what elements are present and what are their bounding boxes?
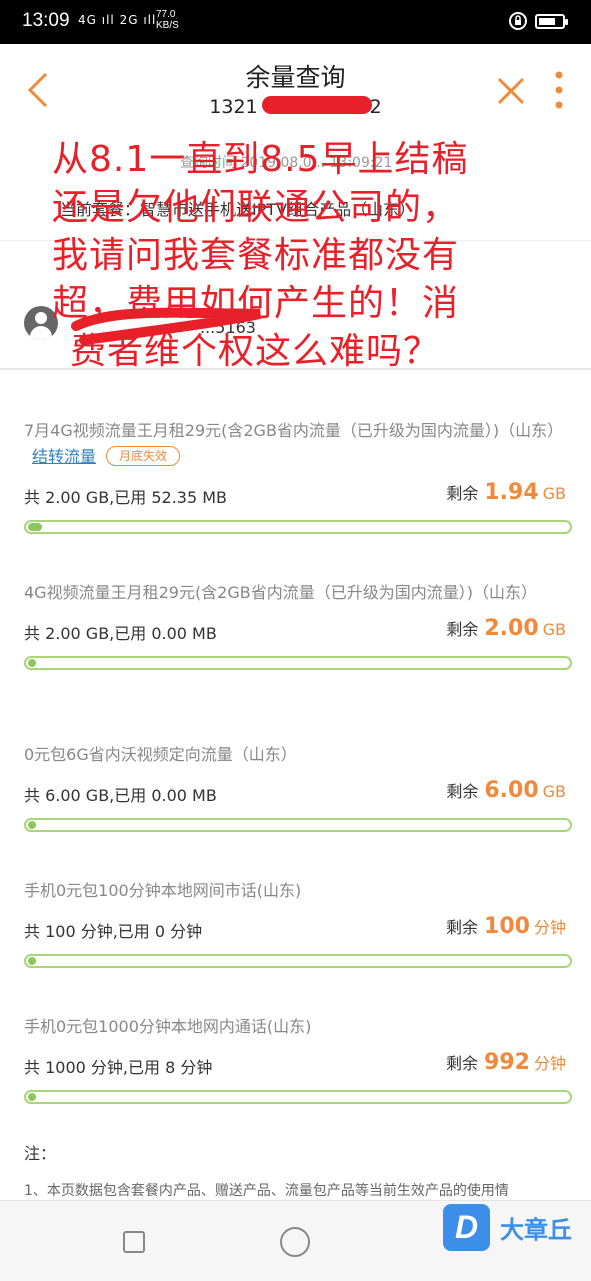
complaint-line: 我请问我套餐标准都没有 bbox=[52, 235, 460, 276]
usage-progress-bar bbox=[24, 818, 572, 832]
remaining-label: 剩余 bbox=[446, 484, 479, 503]
usage-progress-bar bbox=[24, 656, 572, 670]
watermark-logo: D bbox=[443, 1204, 490, 1251]
usage-item: 4G视频流量王月租29元(含2GB省内流量（已升级为国内流量）)（山东） 共 2… bbox=[24, 580, 572, 670]
recent-apps-button[interactable] bbox=[123, 1231, 145, 1253]
phone-number-start: 1321 bbox=[209, 96, 258, 118]
usage-item: 0元包6G省内沃视频定向流量（山东） 共 6.00 GB,已用 0.00 MB … bbox=[24, 742, 572, 832]
complaint-line: 费者维个权这么难吗？ bbox=[70, 331, 441, 372]
usage-total: 共 2.00 GB,已用 0.00 MB bbox=[24, 624, 217, 643]
usage-item: 手机0元包1000分钟本地网内通话(山东) 共 1000 分钟,已用 8 分钟 … bbox=[24, 1014, 572, 1104]
remaining-label: 剩余 bbox=[446, 782, 479, 801]
usage-progress-fill bbox=[28, 1093, 36, 1101]
usage-progress-fill bbox=[28, 957, 36, 965]
item-name: 7月4G视频流量王月租29元(含2GB省内流量（已升级为国内流量）)（山东） 结转… bbox=[24, 418, 572, 470]
network-speed-value: 77.0 bbox=[156, 9, 176, 20]
item-name: 0元包6G省内沃视频定向流量（山东） bbox=[24, 745, 297, 764]
item-title: 7月4G视频流量王月租29元(含2GB省内流量（已升级为国内流量）)（山东） bbox=[24, 421, 564, 440]
remaining: 剩余 100 分钟 bbox=[446, 914, 566, 939]
remaining-label: 剩余 bbox=[446, 1054, 479, 1073]
network-speed-unit: KB/S bbox=[156, 20, 179, 31]
battery-icon bbox=[535, 14, 568, 29]
remaining-label: 剩余 bbox=[446, 620, 479, 639]
remaining-unit: GB bbox=[542, 782, 566, 801]
usage-total: 共 1000 分钟,已用 8 分钟 bbox=[24, 1058, 213, 1077]
remaining-value: 100 bbox=[484, 914, 530, 939]
remaining: 剩余 992 分钟 bbox=[446, 1050, 566, 1075]
remaining-value: 992 bbox=[484, 1050, 530, 1075]
network-speed: 77.0 KB/S bbox=[156, 9, 179, 31]
note-title: 注： bbox=[24, 1144, 57, 1163]
complaint-line: 超，费用如何产生的！消 bbox=[52, 283, 460, 324]
carry-over-link[interactable]: 结转流量 bbox=[32, 447, 96, 466]
status-time: 13:09 bbox=[22, 10, 70, 31]
remaining-value: 1.94 bbox=[484, 480, 539, 505]
remaining-label: 剩余 bbox=[446, 918, 479, 937]
usage-progress-bar bbox=[24, 954, 572, 968]
usage-progress-fill bbox=[28, 821, 36, 829]
remaining-unit: GB bbox=[542, 620, 566, 639]
app-header: 余量查询 1321 2 bbox=[0, 44, 591, 137]
redaction-mark bbox=[262, 96, 372, 114]
usage-progress-bar bbox=[24, 1090, 572, 1104]
item-name: 手机0元包100分钟本地网间市话(山东) bbox=[24, 881, 302, 900]
usage-progress-fill bbox=[28, 523, 43, 531]
usage-progress-bar bbox=[24, 520, 572, 534]
usage-item: 7月4G视频流量王月租29元(含2GB省内流量（已升级为国内流量）)（山东） 结转… bbox=[24, 418, 572, 534]
usage-total: 共 2.00 GB,已用 52.35 MB bbox=[24, 488, 228, 507]
home-button[interactable] bbox=[280, 1227, 310, 1257]
remaining: 剩余 1.94 GB bbox=[446, 480, 566, 505]
close-icon[interactable] bbox=[496, 76, 526, 106]
remaining-unit: 分钟 bbox=[533, 1054, 566, 1073]
expiry-badge: 月底失效 bbox=[106, 446, 181, 466]
remaining-unit: 分钟 bbox=[533, 918, 566, 937]
status-bar: 13:09 4G ıll 2G ıll 77.0 KB/S bbox=[0, 0, 591, 44]
remaining: 剩余 2.00 GB bbox=[446, 616, 566, 641]
complaint-line: 还是欠他们联通公司的， bbox=[52, 187, 460, 228]
usage-progress-fill bbox=[28, 659, 36, 667]
remaining-value: 6.00 bbox=[484, 778, 539, 803]
item-name: 4G视频流量王月租29元(含2GB省内流量（已升级为国内流量）)（山东） bbox=[24, 583, 537, 602]
usage-total: 共 100 分钟,已用 0 分钟 bbox=[24, 922, 203, 941]
remaining: 剩余 6.00 GB bbox=[446, 778, 566, 803]
item-name: 手机0元包1000分钟本地网内通话(山东) bbox=[24, 1017, 312, 1036]
remaining-value: 2.00 bbox=[484, 616, 539, 641]
watermark-text: 大章丘 bbox=[500, 1216, 572, 1244]
signal-icon: 4G ıll 2G ıll bbox=[78, 13, 157, 27]
complaint-overlay: 从8.1一直到8.5早上结稿 还是欠他们联通公司的， 我请问我套餐标准都没有 超… bbox=[52, 136, 522, 376]
more-vertical-icon[interactable] bbox=[553, 70, 565, 110]
usage-total: 共 6.00 GB,已用 0.00 MB bbox=[24, 786, 217, 805]
remaining-unit: GB bbox=[542, 484, 566, 503]
usage-item: 手机0元包100分钟本地网间市话(山东) 共 100 分钟,已用 0 分钟 剩余… bbox=[24, 878, 572, 968]
complaint-line: 从8.1一直到8.5早上结稿 bbox=[52, 139, 469, 180]
rotation-lock-icon bbox=[509, 12, 527, 30]
note-text: 1、本页数据包含套餐内产品、赠送产品、流量包产品等当前生效产品的使用情 bbox=[24, 1183, 509, 1199]
